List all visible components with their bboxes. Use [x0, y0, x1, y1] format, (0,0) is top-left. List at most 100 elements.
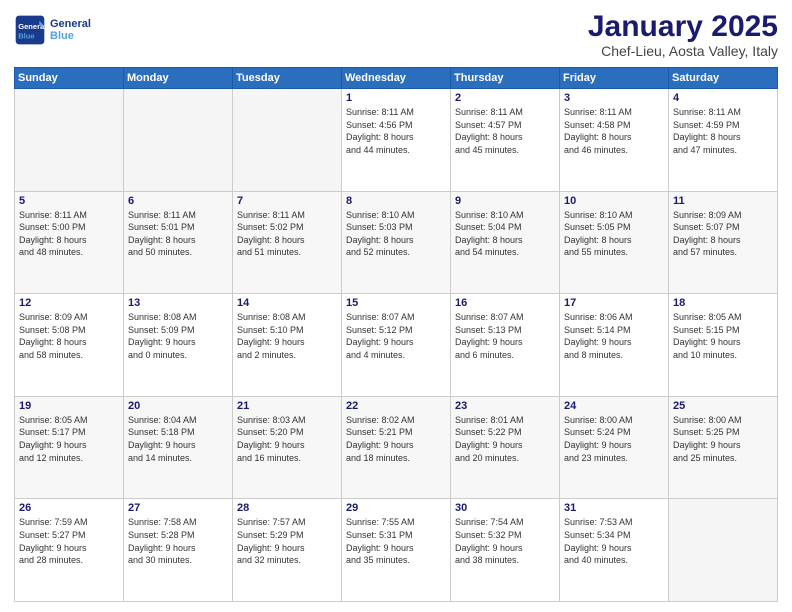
weekday-header-thursday: Thursday [451, 68, 560, 89]
cell-info: Sunrise: 8:11 AM Sunset: 4:59 PM Dayligh… [673, 106, 773, 156]
calendar-cell [669, 499, 778, 602]
day-number: 21 [237, 400, 337, 412]
cell-info: Sunrise: 8:07 AM Sunset: 5:13 PM Dayligh… [455, 311, 555, 361]
page: General Blue General Blue January 2025 C… [0, 0, 792, 612]
week-row-2: 5Sunrise: 8:11 AM Sunset: 5:00 PM Daylig… [15, 191, 778, 294]
cell-info: Sunrise: 8:01 AM Sunset: 5:22 PM Dayligh… [455, 414, 555, 464]
cell-info: Sunrise: 8:04 AM Sunset: 5:18 PM Dayligh… [128, 414, 228, 464]
cell-info: Sunrise: 7:55 AM Sunset: 5:31 PM Dayligh… [346, 516, 446, 566]
calendar-cell: 16 Sunrise: 8:07 AM Sunset: 5:13 PM Dayli… [451, 294, 560, 397]
day-number: 12 [19, 297, 119, 309]
calendar-cell: 17 Sunrise: 8:06 AM Sunset: 5:14 PM Dayli… [560, 294, 669, 397]
cell-info: Sunrise: 8:11 AM Sunset: 5:01 PM Dayligh… [128, 209, 228, 259]
weekday-header-monday: Monday [124, 68, 233, 89]
cell-info: Sunrise: 8:11 AM Sunset: 4:57 PM Dayligh… [455, 106, 555, 156]
day-number: 13 [128, 297, 228, 309]
cell-info: Sunrise: 8:02 AM Sunset: 5:21 PM Dayligh… [346, 414, 446, 464]
day-number: 1 [346, 92, 446, 104]
calendar-cell [124, 89, 233, 192]
calendar-cell: 18 Sunrise: 8:05 AM Sunset: 5:15 PM Dayli… [669, 294, 778, 397]
calendar-cell [15, 89, 124, 192]
day-number: 25 [673, 400, 773, 412]
cell-info: Sunrise: 8:06 AM Sunset: 5:14 PM Dayligh… [564, 311, 664, 361]
cell-info: Sunrise: 7:57 AM Sunset: 5:29 PM Dayligh… [237, 516, 337, 566]
calendar-cell: 29 Sunrise: 7:55 AM Sunset: 5:31 PM Dayli… [342, 499, 451, 602]
cell-info: Sunrise: 8:00 AM Sunset: 5:25 PM Dayligh… [673, 414, 773, 464]
weekday-header-row: SundayMondayTuesdayWednesdayThursdayFrid… [15, 68, 778, 89]
logo-text: General Blue [50, 18, 91, 42]
logo-icon: General Blue [14, 14, 46, 46]
day-number: 27 [128, 502, 228, 514]
weekday-header-saturday: Saturday [669, 68, 778, 89]
calendar-cell [233, 89, 342, 192]
calendar-cell: 20 Sunrise: 8:04 AM Sunset: 5:18 PM Dayli… [124, 396, 233, 499]
day-number: 17 [564, 297, 664, 309]
week-row-4: 19 Sunrise: 8:05 AM Sunset: 5:17 PM Dayli… [15, 396, 778, 499]
day-number: 7 [237, 195, 337, 207]
calendar-cell: 14Sunrise: 8:08 AM Sunset: 5:10 PM Dayli… [233, 294, 342, 397]
week-row-3: 12 Sunrise: 8:09 AM Sunset: 5:08 PM Dayli… [15, 294, 778, 397]
day-number: 14 [237, 297, 337, 309]
calendar-cell: 19 Sunrise: 8:05 AM Sunset: 5:17 PM Dayli… [15, 396, 124, 499]
day-number: 4 [673, 92, 773, 104]
cell-info: Sunrise: 7:53 AM Sunset: 5:34 PM Dayligh… [564, 516, 664, 566]
title-block: January 2025 Chef-Lieu, Aosta Valley, It… [588, 10, 778, 59]
day-number: 15 [346, 297, 446, 309]
calendar-cell: 3Sunrise: 8:11 AM Sunset: 4:58 PM Daylig… [560, 89, 669, 192]
day-number: 31 [564, 502, 664, 514]
calendar-cell: 10 Sunrise: 8:10 AM Sunset: 5:05 PM Dayli… [560, 191, 669, 294]
calendar-cell: 22 Sunrise: 8:02 AM Sunset: 5:21 PM Dayli… [342, 396, 451, 499]
day-number: 23 [455, 400, 555, 412]
cell-info: Sunrise: 8:05 AM Sunset: 5:17 PM Dayligh… [19, 414, 119, 464]
calendar-cell: 9Sunrise: 8:10 AM Sunset: 5:04 PM Daylig… [451, 191, 560, 294]
day-number: 2 [455, 92, 555, 104]
day-number: 18 [673, 297, 773, 309]
calendar-cell: 26 Sunrise: 7:59 AM Sunset: 5:27 PM Dayli… [15, 499, 124, 602]
weekday-header-sunday: Sunday [15, 68, 124, 89]
cell-info: Sunrise: 8:09 AM Sunset: 5:08 PM Dayligh… [19, 311, 119, 361]
calendar-cell: 27 Sunrise: 7:58 AM Sunset: 5:28 PM Dayli… [124, 499, 233, 602]
day-number: 28 [237, 502, 337, 514]
calendar-table: SundayMondayTuesdayWednesdayThursdayFrid… [14, 67, 778, 602]
calendar-cell: 28 Sunrise: 7:57 AM Sunset: 5:29 PM Dayli… [233, 499, 342, 602]
calendar-cell: 24Sunrise: 8:00 AM Sunset: 5:24 PM Dayli… [560, 396, 669, 499]
day-number: 20 [128, 400, 228, 412]
calendar-cell: 12 Sunrise: 8:09 AM Sunset: 5:08 PM Dayli… [15, 294, 124, 397]
calendar-cell: 7Sunrise: 8:11 AM Sunset: 5:02 PM Daylig… [233, 191, 342, 294]
day-number: 30 [455, 502, 555, 514]
calendar-title: January 2025 [588, 10, 778, 43]
cell-info: Sunrise: 8:09 AM Sunset: 5:07 PM Dayligh… [673, 209, 773, 259]
calendar-cell: 11Sunrise: 8:09 AM Sunset: 5:07 PM Dayli… [669, 191, 778, 294]
calendar-cell: 1 Sunrise: 8:11 AM Sunset: 4:56 PM Daylig… [342, 89, 451, 192]
cell-info: Sunrise: 8:03 AM Sunset: 5:20 PM Dayligh… [237, 414, 337, 464]
week-row-1: 1 Sunrise: 8:11 AM Sunset: 4:56 PM Daylig… [15, 89, 778, 192]
calendar-cell: 8 Sunrise: 8:10 AM Sunset: 5:03 PM Daylig… [342, 191, 451, 294]
day-number: 26 [19, 502, 119, 514]
cell-info: Sunrise: 7:58 AM Sunset: 5:28 PM Dayligh… [128, 516, 228, 566]
calendar-cell: 21 Sunrise: 8:03 AM Sunset: 5:20 PM Dayli… [233, 396, 342, 499]
day-number: 10 [564, 195, 664, 207]
calendar-cell: 23 Sunrise: 8:01 AM Sunset: 5:22 PM Dayli… [451, 396, 560, 499]
cell-info: Sunrise: 8:10 AM Sunset: 5:05 PM Dayligh… [564, 209, 664, 259]
calendar-cell: 13 Sunrise: 8:08 AM Sunset: 5:09 PM Dayli… [124, 294, 233, 397]
calendar-subtitle: Chef-Lieu, Aosta Valley, Italy [588, 43, 778, 59]
cell-info: Sunrise: 7:59 AM Sunset: 5:27 PM Dayligh… [19, 516, 119, 566]
day-number: 5 [19, 195, 119, 207]
day-number: 8 [346, 195, 446, 207]
cell-info: Sunrise: 8:05 AM Sunset: 5:15 PM Dayligh… [673, 311, 773, 361]
cell-info: Sunrise: 8:08 AM Sunset: 5:09 PM Dayligh… [128, 311, 228, 361]
day-number: 16 [455, 297, 555, 309]
weekday-header-friday: Friday [560, 68, 669, 89]
weekday-header-wednesday: Wednesday [342, 68, 451, 89]
cell-info: Sunrise: 8:10 AM Sunset: 5:04 PM Dayligh… [455, 209, 555, 259]
cell-info: Sunrise: 8:10 AM Sunset: 5:03 PM Dayligh… [346, 209, 446, 259]
cell-info: Sunrise: 8:11 AM Sunset: 4:56 PM Dayligh… [346, 106, 446, 156]
day-number: 22 [346, 400, 446, 412]
cell-info: Sunrise: 8:07 AM Sunset: 5:12 PM Dayligh… [346, 311, 446, 361]
calendar-cell: 2 Sunrise: 8:11 AM Sunset: 4:57 PM Daylig… [451, 89, 560, 192]
day-number: 3 [564, 92, 664, 104]
calendar-cell: 5Sunrise: 8:11 AM Sunset: 5:00 PM Daylig… [15, 191, 124, 294]
day-number: 29 [346, 502, 446, 514]
calendar-cell: 25 Sunrise: 8:00 AM Sunset: 5:25 PM Dayli… [669, 396, 778, 499]
day-number: 19 [19, 400, 119, 412]
